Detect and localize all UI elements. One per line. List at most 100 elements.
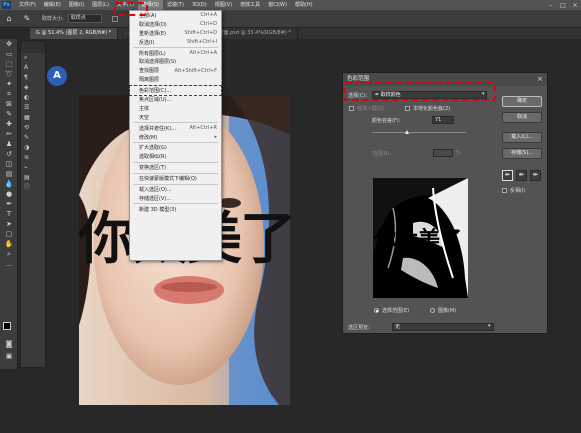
select-menu-item[interactable]: 隔离图层 — [130, 75, 221, 84]
close-window-icon[interactable]: × — [569, 2, 581, 9]
menu-item-label: 查找图层 — [139, 68, 160, 75]
select-menu-item[interactable]: 变换选区(T) — [130, 163, 221, 172]
select-menu-item[interactable]: 色彩范围(C)... — [129, 85, 222, 97]
maximize-icon[interactable]: □ — [557, 2, 569, 9]
more-tools-icon[interactable]: … — [0, 259, 18, 269]
menu-view[interactable]: 视图(V) — [211, 0, 236, 10]
detect-faces-checkbox[interactable] — [349, 106, 354, 111]
select-menu-item[interactable]: 取消选择图层(S) — [130, 57, 221, 66]
info-icon[interactable]: ⓘ — [21, 183, 45, 193]
history-icon[interactable]: ⟲ — [21, 123, 45, 133]
magic-wand-tool-icon[interactable]: ✦ — [0, 79, 18, 89]
fuzziness-slider-handle[interactable] — [405, 130, 409, 134]
range-input[interactable] — [433, 149, 453, 157]
zoom-tool-icon[interactable]: ⌕ — [0, 249, 18, 259]
healing-brush-icon[interactable]: ✚ — [0, 119, 18, 129]
gradient-tool-icon[interactable]: ▤ — [0, 169, 18, 179]
eyedropper-icon[interactable]: ✎ — [0, 109, 18, 119]
select-menu-item[interactable]: 在快速蒙版模式下编辑(Q) — [130, 174, 221, 183]
select-menu-item[interactable]: 查找图层 Alt+Shift+Ctrl+F — [130, 66, 221, 75]
sample-size-select[interactable]: 取样点 — [67, 14, 102, 23]
adjustment-icon[interactable]: ◐ — [21, 93, 45, 103]
menu-image[interactable]: 图像(I) — [65, 0, 88, 10]
select-menu-item[interactable]: 修改(M) ▸ — [130, 133, 221, 142]
foreground-color-swatch[interactable] — [3, 322, 11, 330]
document-tab[interactable]: G @ 51.4% (图层 2, RGB/8#) * — [30, 28, 119, 39]
invert-checkbox[interactable] — [502, 188, 507, 193]
search-icon[interactable]: ⌕ — [21, 53, 45, 63]
blur-tool-icon[interactable]: 💧 — [0, 179, 18, 189]
select-menu-item[interactable]: 载入选区(O)... — [130, 185, 221, 194]
menu-plugins[interactable]: 增效工具 — [236, 0, 264, 10]
eyedropper-tool-icon[interactable]: ✎ — [22, 14, 32, 24]
pen-tool-icon[interactable]: ✒ — [0, 199, 18, 209]
layers-icon[interactable]: ◈ — [21, 83, 45, 93]
frame-tool-icon[interactable]: ⊠ — [0, 99, 18, 109]
minimize-icon[interactable]: – — [545, 2, 557, 9]
select-menu-item[interactable]: 重新选择(E) Shift+Ctrl+D — [130, 29, 221, 38]
home-icon[interactable]: ⌂ — [4, 14, 14, 24]
menu-item-label: 重新选择(E) — [139, 30, 167, 37]
menu-layer[interactable]: 图层(L) — [88, 0, 113, 10]
image-radio[interactable] — [430, 308, 435, 313]
eyedropper-icon[interactable]: ✒ — [502, 170, 513, 181]
select-menu-item[interactable]: 扩大选取(G) — [130, 143, 221, 152]
selection-radio[interactable] — [374, 308, 379, 313]
type-tool-icon[interactable]: T — [0, 209, 18, 219]
select-menu-item[interactable]: 焦点区域(U)... — [130, 95, 221, 104]
eyedropper-add-icon[interactable]: ✒ — [516, 170, 527, 181]
cancel-button[interactable]: 取消 — [502, 112, 542, 123]
path-select-icon[interactable]: ➤ — [0, 219, 18, 229]
swatches-icon[interactable]: ▦ — [21, 113, 45, 123]
stamp-tool-icon[interactable]: ♟ — [0, 139, 18, 149]
select-menu-item[interactable]: 选取相似(R) — [130, 152, 221, 161]
artboard-tool-icon[interactable]: ▭ — [0, 49, 18, 59]
select-menu-item[interactable]: 反选(I) Shift+Ctrl+I — [130, 38, 221, 47]
eyedropper-subtract-icon[interactable]: ✒ — [530, 170, 541, 181]
paragraph-icon[interactable]: ¶ — [21, 73, 45, 83]
fuzziness-slider-track[interactable] — [372, 132, 466, 133]
quick-mask-icon[interactable]: ◙ — [0, 339, 18, 349]
properties-icon[interactable]: ☰ — [21, 103, 45, 113]
menu-window[interactable]: 窗口(W) — [264, 0, 291, 10]
menu-filter[interactable]: 滤镜(T) — [163, 0, 188, 10]
shape-tool-icon[interactable]: ▢ — [0, 229, 18, 239]
load-button[interactable]: 载入(L)... — [502, 132, 542, 143]
selection-preview-select[interactable]: 无 — [392, 323, 494, 331]
close-icon[interactable]: × — [537, 75, 543, 83]
select-menu-item[interactable]: 取消选择(D) Ctrl+D — [130, 20, 221, 29]
select-menu-item[interactable]: 天空 — [130, 113, 221, 122]
libraries-icon[interactable]: ▤ — [21, 173, 45, 183]
select-menu-item[interactable]: 主体 — [130, 104, 221, 113]
history-brush-icon[interactable]: ↺ — [0, 149, 18, 159]
localized-checkbox[interactable] — [405, 106, 410, 111]
color-icon[interactable]: ◑ — [21, 143, 45, 153]
hand-tool-icon[interactable]: ✋ — [0, 239, 18, 249]
screen-mode-icon[interactable]: ▣ — [0, 351, 18, 361]
show-ring-checkbox[interactable] — [111, 15, 118, 22]
menu-help[interactable]: 帮助(H) — [291, 0, 317, 10]
move-tool-icon[interactable]: ✥ — [0, 39, 18, 49]
paths-icon[interactable]: ⌁ — [21, 163, 45, 173]
dodge-tool-icon[interactable]: ● — [0, 189, 18, 199]
menu-item-label: 扩大选取(G) — [139, 145, 167, 152]
select-menu-item[interactable]: 所有图层(L) Alt+Ctrl+A — [130, 49, 221, 58]
brush-settings-icon[interactable]: ✎ — [21, 133, 45, 143]
select-menu-item[interactable]: 新建 3D 模型(3) — [130, 205, 221, 214]
crop-tool-icon[interactable]: ⌗ — [0, 89, 18, 99]
ok-button[interactable]: 确定 — [502, 96, 542, 107]
select-menu-item[interactable]: 存储选区(V)... — [130, 194, 221, 203]
menu-edit[interactable]: 编辑(E) — [40, 0, 65, 10]
select-menu-item[interactable]: 选择并遮住(K)... Alt+Ctrl+R — [130, 124, 221, 133]
fuzziness-input[interactable]: 71 — [432, 116, 454, 124]
brush-tool-icon[interactable]: ✏ — [0, 129, 18, 139]
marquee-tool-icon[interactable]: ⬚ — [0, 59, 18, 69]
save-button[interactable]: 存储(S)... — [502, 148, 542, 159]
range-label: 范围(R): — [372, 151, 392, 157]
channels-icon[interactable]: ≋ — [21, 153, 45, 163]
lasso-tool-icon[interactable]: ➰ — [0, 69, 18, 79]
menu-3d[interactable]: 3D(D) — [188, 0, 211, 10]
character-icon[interactable]: A — [21, 63, 45, 73]
eraser-tool-icon[interactable]: ◫ — [0, 159, 18, 169]
menu-file[interactable]: 文件(F) — [15, 0, 40, 10]
